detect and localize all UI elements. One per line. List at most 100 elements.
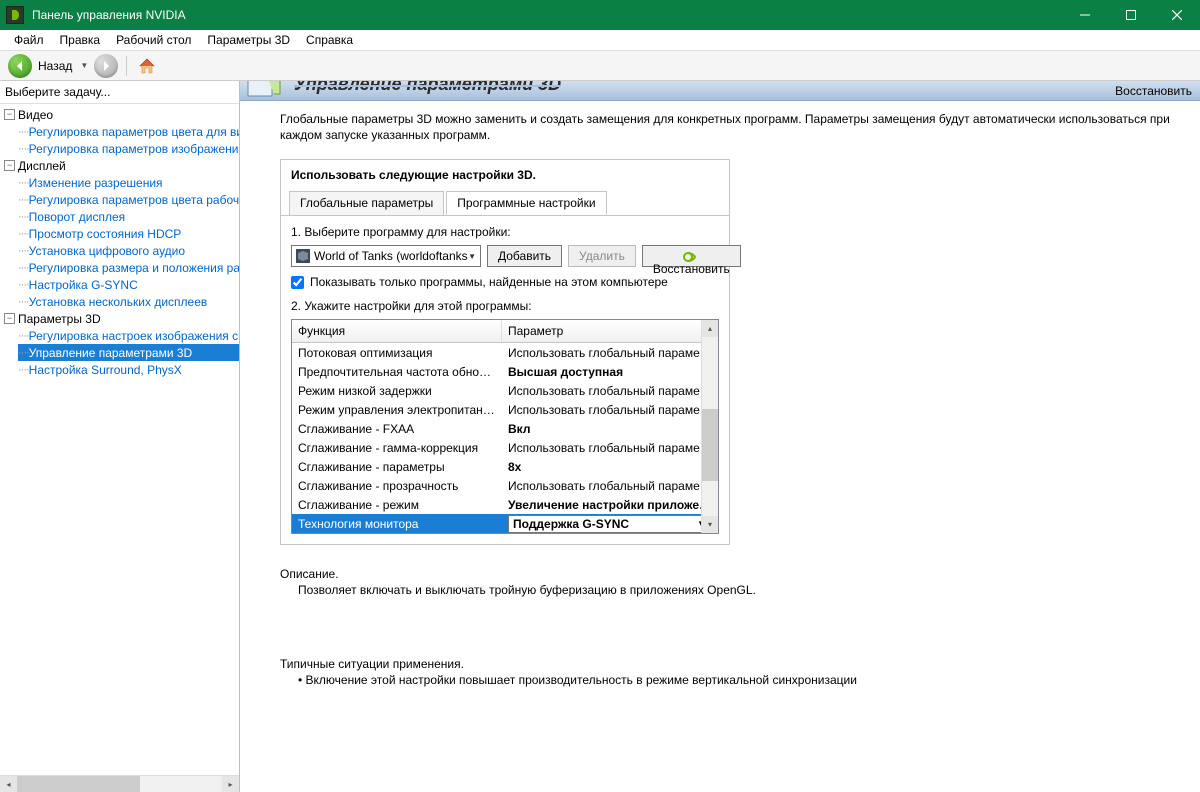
tree-item-label: Регулировка настроек изображения с пр	[29, 329, 239, 343]
menu-edit[interactable]: Правка	[52, 31, 109, 49]
description-text: Позволяет включать и выключать тройную б…	[280, 583, 980, 597]
tree-item[interactable]: ····Изменение разрешения	[18, 174, 239, 191]
grid-header: Функция Параметр	[292, 320, 718, 343]
menu-help[interactable]: Справка	[298, 31, 361, 49]
grid-cell-function: Предпочтительная частота обновлени...	[292, 363, 502, 381]
grid-row[interactable]: Сглаживание - режимУвеличение настройки …	[292, 495, 718, 514]
back-dropdown[interactable]: ▼	[76, 61, 92, 70]
expander-icon[interactable]: −	[4, 109, 15, 120]
tree-item[interactable]: ····Настройка G-SYNC	[18, 276, 239, 293]
grid-header-parameter[interactable]: Параметр	[502, 320, 718, 342]
grid-cell-function: Режим низкой задержки	[292, 382, 502, 400]
expander-icon[interactable]: −	[4, 160, 15, 171]
tree-item[interactable]: ····Установка нескольких дисплеев	[18, 293, 239, 310]
task-tree: −Видео····Регулировка параметров цвета д…	[0, 104, 239, 775]
grid-cell-function: Сглаживание - параметры	[292, 458, 502, 476]
main-content: Управление параметрами 3D Восстановить Г…	[240, 81, 1200, 792]
tab-global[interactable]: Глобальные параметры	[289, 191, 444, 215]
tab-program[interactable]: Программные настройки	[446, 191, 606, 215]
grid-header-function[interactable]: Функция	[292, 320, 502, 342]
titlebar: Панель управления NVIDIA	[0, 0, 1200, 30]
tab-content: 1. Выберите программу для настройки: Wor…	[281, 215, 729, 544]
tree-group-label: Дисплей	[18, 159, 66, 173]
grid-cell-parameter[interactable]: Высшая доступная	[502, 363, 718, 381]
forward-button[interactable]	[94, 54, 118, 78]
scroll-right-icon[interactable]: ▸	[222, 776, 239, 792]
grid-row[interactable]: Потоковая оптимизацияИспользовать глобал…	[292, 343, 718, 362]
chevron-down-icon: ▼	[468, 252, 476, 261]
show-only-found-checkbox[interactable]: Показывать только программы, найденные н…	[291, 275, 719, 289]
tree-item[interactable]: ····Регулировка размера и положения рабо	[18, 259, 239, 276]
step2-label: 2. Укажите настройки для этой программы:	[291, 299, 719, 313]
tree-item[interactable]: ····Регулировка параметров изображения д	[18, 140, 239, 157]
scroll-up-icon[interactable]: ▴	[702, 320, 718, 337]
close-button[interactable]	[1154, 0, 1200, 30]
window-title: Панель управления NVIDIA	[32, 8, 1062, 22]
menu-3d[interactable]: Параметры 3D	[199, 31, 298, 49]
restore-defaults-link[interactable]: Восстановить	[1115, 84, 1192, 98]
grid-row[interactable]: Технология монитораПоддержка G-SYNC▼	[292, 514, 718, 533]
maximize-button[interactable]	[1108, 0, 1154, 30]
grid-cell-parameter[interactable]: Использовать глобальный параметр (А...	[502, 344, 718, 362]
program-icon	[296, 249, 310, 263]
content-header: Управление параметрами 3D Восстановить	[240, 81, 1200, 101]
tree-item[interactable]: ····Регулировка настроек изображения с п…	[18, 327, 239, 344]
tree-item-label: Настройка G-SYNC	[29, 278, 138, 292]
tree-group[interactable]: −Видео	[4, 106, 239, 123]
tree-group[interactable]: −Дисплей	[4, 157, 239, 174]
tree-item[interactable]: ····Настройка Surround, PhysX	[18, 361, 239, 378]
tree-group[interactable]: −Параметры 3D	[4, 310, 239, 327]
tree-group-label: Видео	[18, 108, 53, 122]
grid-cell-parameter[interactable]: Использовать глобальный параметр (В...	[502, 477, 718, 495]
grid-cell-parameter[interactable]: Вкл	[502, 420, 718, 438]
tree-item[interactable]: ····Поворот дисплея	[18, 208, 239, 225]
settings-grid: Функция Параметр Потоковая оптимизацияИс…	[291, 319, 719, 534]
grid-cell-parameter[interactable]: Поддержка G-SYNC▼	[502, 513, 718, 534]
scroll-thumb[interactable]	[17, 776, 140, 792]
tree-item[interactable]: ····Установка цифрового аудио	[18, 242, 239, 259]
grid-row[interactable]: Режим низкой задержкиИспользовать глобал…	[292, 381, 718, 400]
sidebar-horizontal-scrollbar[interactable]: ◂ ▸	[0, 775, 239, 792]
add-button[interactable]: Добавить	[487, 245, 562, 267]
restore-button[interactable]: Восстановить	[642, 245, 741, 267]
tree-item-label: Регулировка параметров цвета для вид	[29, 125, 239, 139]
program-select[interactable]: World of Tanks (worldoftanks.e... ▼	[291, 245, 481, 267]
scroll-down-icon[interactable]: ▾	[702, 516, 718, 533]
checkbox-label: Показывать только программы, найденные н…	[310, 275, 668, 289]
grid-cell-parameter[interactable]: Использовать глобальный параметр (О...	[502, 401, 718, 419]
grid-cell-parameter[interactable]: Увеличение настройки приложения	[502, 496, 718, 514]
expander-icon[interactable]: −	[4, 313, 15, 324]
tree-item[interactable]: ····Регулировка параметров цвета для вид	[18, 123, 239, 140]
tree-item-label: Регулировка размера и положения рабо	[29, 261, 239, 275]
scroll-left-icon[interactable]: ◂	[0, 776, 17, 792]
grid-vertical-scrollbar[interactable]: ▴ ▾	[701, 320, 718, 533]
tree-item[interactable]: ····Просмотр состояния HDCP	[18, 225, 239, 242]
tree-item-label: Установка нескольких дисплеев	[29, 295, 208, 309]
back-button[interactable]	[8, 54, 32, 78]
grid-row[interactable]: Сглаживание - прозрачностьИспользовать г…	[292, 476, 718, 495]
menu-desktop[interactable]: Рабочий стол	[108, 31, 199, 49]
grid-row[interactable]: Сглаживание - FXAAВкл	[292, 419, 718, 438]
tree-item[interactable]: ····Регулировка параметров цвета рабочег	[18, 191, 239, 208]
minimize-button[interactable]	[1062, 0, 1108, 30]
grid-row[interactable]: Сглаживание - гамма-коррекцияИспользоват…	[292, 438, 718, 457]
parameter-dropdown[interactable]: Поддержка G-SYNC▼	[508, 515, 710, 533]
back-label: Назад	[38, 59, 72, 73]
usage-text: • Включение этой настройки повышает прои…	[280, 673, 1180, 687]
grid-row[interactable]: Предпочтительная частота обновлени...Выс…	[292, 362, 718, 381]
grid-row[interactable]: Режим управления электропитаниемИспользо…	[292, 400, 718, 419]
grid-scroll-thumb[interactable]	[702, 409, 718, 481]
tree-item-label: Регулировка параметров изображения д	[29, 142, 239, 156]
grid-row[interactable]: Сглаживание - параметры8x	[292, 457, 718, 476]
menubar: Файл Правка Рабочий стол Параметры 3D Сп…	[0, 30, 1200, 51]
grid-cell-parameter[interactable]: 8x	[502, 458, 718, 476]
tree-item-label: Установка цифрового аудио	[29, 244, 185, 258]
grid-cell-parameter[interactable]: Использовать глобальный параметр (Вкл)	[502, 439, 718, 457]
grid-cell-parameter[interactable]: Использовать глобальный параметр (В...	[502, 382, 718, 400]
delete-button: Удалить	[568, 245, 636, 267]
page-title: Управление параметрами 3D	[294, 81, 561, 95]
home-button[interactable]	[135, 54, 159, 78]
checkbox-input[interactable]	[291, 276, 304, 289]
menu-file[interactable]: Файл	[6, 31, 52, 49]
tree-item[interactable]: ····Управление параметрами 3D	[18, 344, 239, 361]
